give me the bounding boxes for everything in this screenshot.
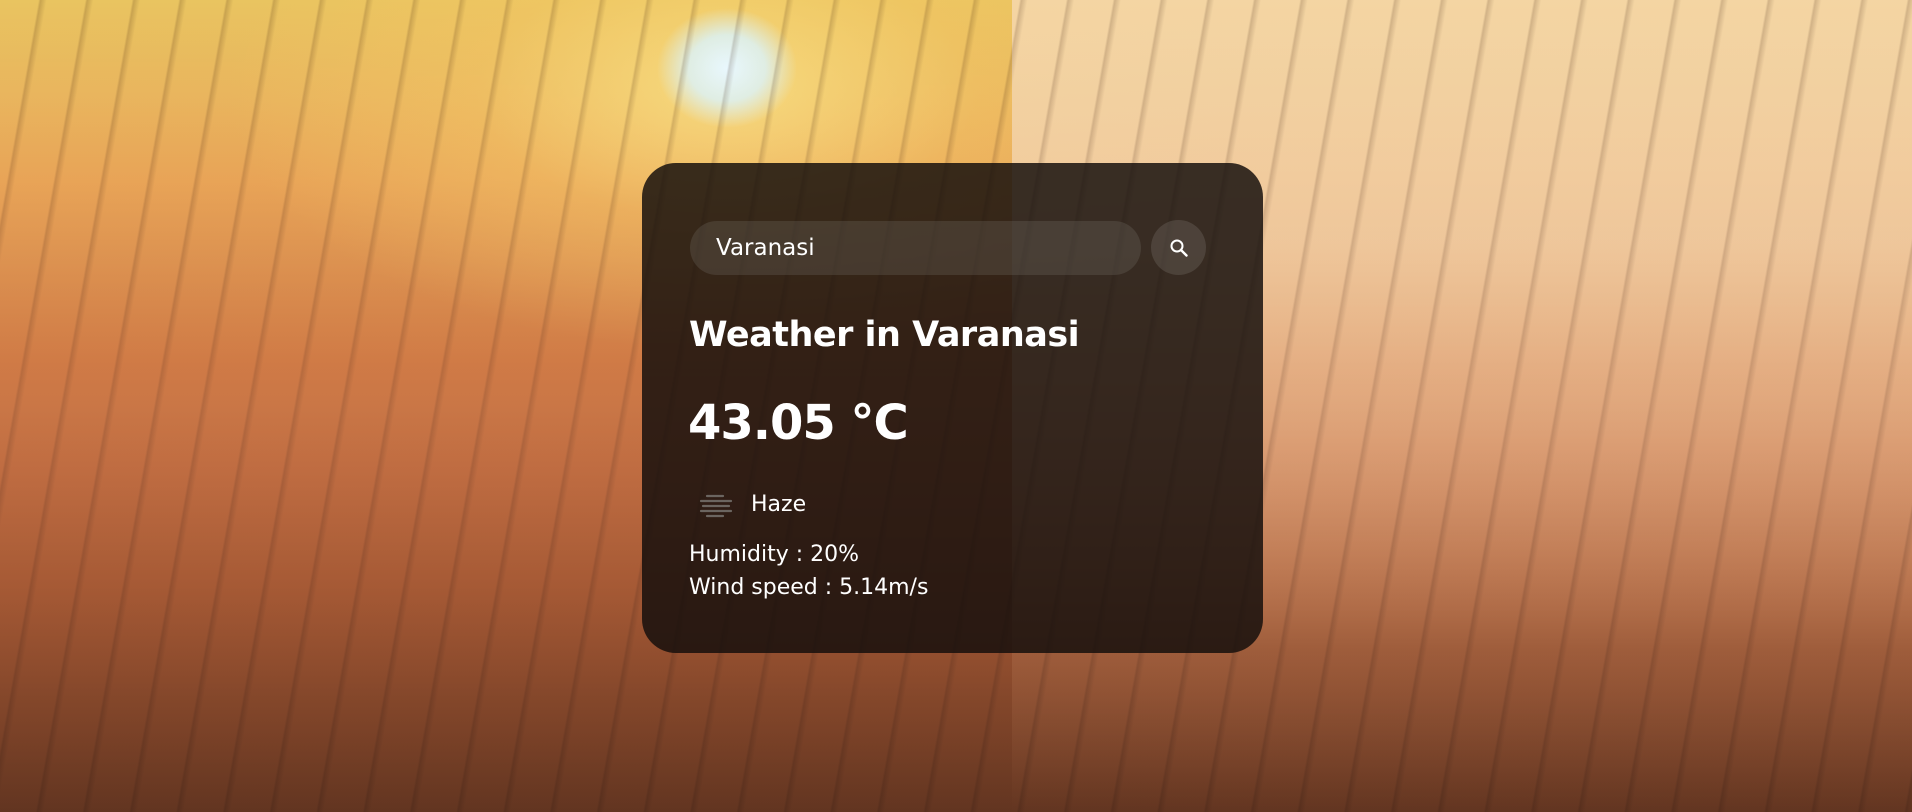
search-bar (690, 220, 1206, 275)
weather-title: Weather in Varanasi (689, 315, 1080, 355)
wind-speed-text: Wind speed : 5.14m/s (689, 575, 929, 600)
search-button[interactable] (1151, 220, 1206, 275)
weather-condition: Haze (695, 489, 806, 519)
condition-label: Haze (751, 491, 807, 517)
haze-icon (699, 494, 733, 518)
temperature: 43.05 °C (688, 395, 909, 451)
weather-card: Weather in Varanasi 43.05 °C Haze Humidi… (642, 163, 1263, 653)
search-input[interactable] (690, 220, 1141, 275)
humidity-text: Humidity : 20% (689, 542, 860, 567)
search-icon (1170, 239, 1188, 257)
